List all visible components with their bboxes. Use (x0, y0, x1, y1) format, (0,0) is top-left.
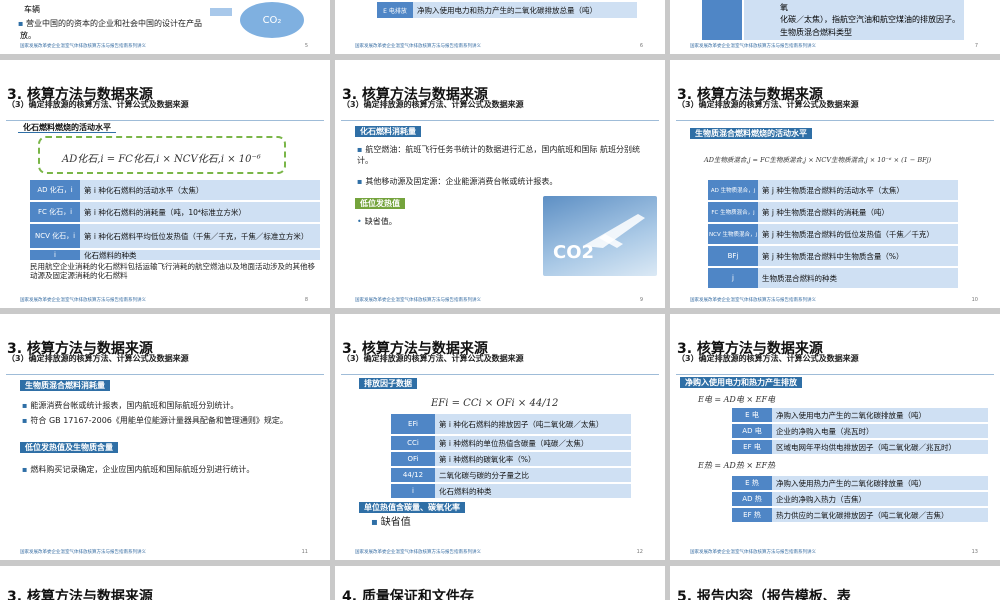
section-bar: 净购入使用电力和热力产生排放 (680, 377, 802, 388)
section-bar: 低位发热值 (355, 198, 405, 209)
footer: 国家发展改革委企业温室气体排放核算方法与报告指南系列讲义 (355, 298, 481, 303)
footer: 国家发展改革委企业温室气体排放核算方法与报告指南系列讲义 (355, 44, 481, 49)
definition-table: AD 生物质混合，j 第 j 种生物质混合燃料的活动水平（太焦） FC 生物质混合… (708, 180, 958, 290)
table-row: NCV 化石，i 第 i 种化石燃料平均低位发热值（千焦／千克，千焦／标准立方米） (30, 224, 320, 248)
co2-label: CO2 (553, 242, 595, 263)
section-bar: 化石燃料燃烧的活动水平 (18, 122, 116, 133)
formula: AD生物质混合,j = FC生物质混合,j × NCV生物质混合,j × 10⁻… (704, 156, 932, 164)
formula-heat: E热 = AD热 × EF热 (698, 461, 775, 470)
slide-subtitle: （3）确定排放源的核算方法、计算公式及数据来源 (7, 354, 189, 363)
slide-subtitle: （3）确定排放源的核算方法、计算公式及数据来源 (342, 354, 524, 363)
co2-cloud: CO₂ (240, 2, 304, 38)
footer: 国家发展改革委企业温室气体排放核算方法与报告指南系列讲义 (355, 550, 481, 555)
table-row: AD 生物质混合，j 第 j 种生物质混合燃料的活动水平（太焦） (708, 180, 958, 200)
table-row: CCi 第 i 种燃料的单位热值含碳量（吨碳／太焦） (391, 436, 631, 450)
table-row: i 化石燃料的种类 (30, 250, 320, 260)
bullet-text: ▪ 营业中国的的资本的企业和社会中国的设计在产品 (18, 19, 202, 28)
bullet-1: ▪ 缺省值 (371, 517, 411, 528)
bullet-1: ▪ 航空燃油：航班飞行任务书统计的数据进行汇总，国内航班和国际 航班分别统计。 (357, 145, 640, 165)
table-row: EFi 第 i 种化石燃料的排放因子（吨二氧化碳／太焦） (391, 414, 631, 434)
footer: 国家发展改革委企业温室气体排放核算方法与报告指南系列讲义 (20, 550, 146, 555)
page-number: 8 (304, 297, 308, 303)
line-1: 氧 (780, 3, 788, 12)
formula: AD化石,i = FC化石,i × NCV化石,i × 10⁻⁶ (62, 154, 261, 165)
table-row: AD 热企业的净购入热力（吉焦） (732, 492, 988, 506)
table-row: FC 化石，i 第 i 种化石燃料的消耗量（吨，10⁴标准立方米） (30, 202, 320, 222)
slide-subtitle: （3）确定排放源的核算方法、计算公式及数据来源 (7, 100, 189, 109)
note-text: 民用航空企业消耗的化石燃料包括运输飞行消耗的航空燃油以及地面活动涉及的其他移动源… (30, 262, 315, 280)
slide-9: 3. 核算方法与数据来源 （3）确定排放源的核算方法、计算公式及数据来源 化石燃… (335, 60, 665, 308)
footer: 国家发展改革委企业温室气体排放核算方法与报告指南系列讲义 (690, 298, 816, 303)
slide-6: E 电排放 净购入使用电力和热力产生的二氧化碳排放总量（吨） 国家发展改革委企业… (335, 0, 665, 54)
table-row: AD 电企业的净购入电量（兆瓦时） (732, 424, 988, 438)
table-row: E 电净购入使用电力产生的二氧化碳排放量（吨） (732, 408, 988, 422)
slide-title: 4. 质量保证和文件存 (342, 589, 474, 600)
slide-7: 氧 化碳／太焦），指航空汽油和航空煤油的排放因子。 生物质混合燃料类型 国家发展… (670, 0, 1000, 54)
airplane-icon (583, 214, 645, 248)
arrow-icon (210, 8, 232, 16)
page-number: 10 (971, 297, 978, 303)
page-number: 11 (301, 549, 308, 555)
section-bar: 排放因子数据 (359, 378, 417, 389)
line-2: 化碳／太焦），指航空汽油和航空煤油的排放因子。 (780, 15, 960, 24)
table-row: NCV 生物质混合，j 第 j 种生物质混合燃料的低位发热值（千焦／千克） (708, 224, 958, 244)
table-row: E 热净购入使用热力产生的二氧化碳排放量（吨） (732, 476, 988, 490)
bullet-3: ▪ 燃料购买记录确定，企业应国内航班和国际航班分别进行统计。 (22, 465, 255, 474)
definition-table: EFi 第 i 种化石燃料的排放因子（吨二氧化碳／太焦） CCi 第 i 种燃料的单… (391, 414, 631, 500)
bullet-3: • 缺省值。 (357, 217, 397, 226)
slide-11: 3. 核算方法与数据来源 （3）确定排放源的核算方法、计算公式及数据来源 生物质… (0, 314, 330, 560)
page-number: 12 (636, 549, 643, 555)
top-text: 车辆 (24, 5, 40, 14)
slide-13: 3. 核算方法与数据来源 （3）确定排放源的核算方法、计算公式及数据来源 净购入… (670, 314, 1000, 560)
table-row: EF 热热力供应的二氧化碳排放因子（吨二氧化碳／吉焦） (732, 508, 988, 522)
slide-subtitle: （3）确定排放源的核算方法、计算公式及数据来源 (677, 354, 859, 363)
slide-subtitle: （3）确定排放源的核算方法、计算公式及数据来源 (342, 100, 524, 109)
airplane-image: CO2 (543, 196, 657, 276)
definition-table: AD 化石，i 第 i 种化石燃料的活动水平（太焦） FC 化石，i 第 i 种化石… (30, 180, 320, 262)
table-row: AD 化石，i 第 i 种化石燃料的活动水平（太焦） (30, 180, 320, 200)
section-bar: 生物质混合燃料消耗量 (20, 380, 110, 391)
table-row: FC 生物质混合，j 第 j 种生物质混合燃料的消耗量（吨） (708, 202, 958, 222)
bullet-2: ▪ 符合 GB 17167-2006《用能单位能源计量器具配备和管理通则》规定。 (22, 416, 288, 425)
line-3: 生物质混合燃料类型 (780, 28, 852, 37)
row: E 电排放 净购入使用电力和热力产生的二氧化碳排放总量（吨） (377, 2, 637, 18)
footer: 国家发展改革委企业温室气体排放核算方法与报告指南系列讲义 (690, 44, 816, 49)
footer: 国家发展改革委企业温室气体排放核算方法与报告指南系列讲义 (20, 298, 146, 303)
table-row: EF 电区域电网年平均供电排放因子（吨二氧化碳／兆瓦时） (732, 440, 988, 454)
page-number: 5 (304, 43, 308, 49)
section-bar: 单位热值含碳量、碳氧化率 (359, 502, 465, 513)
formula: EFi = CCi × OFi × 44/12 (431, 398, 559, 409)
slide-5: 车辆 ▪ 营业中国的的资本的企业和社会中国的设计在产品 放。 CO₂ 国家发展改… (0, 0, 330, 54)
formula-electric: E电 = AD电 × EF电 (698, 395, 775, 404)
slide-8: 3. 核算方法与数据来源 （3）确定排放源的核算方法、计算公式及数据来源 化石燃… (0, 60, 330, 308)
slide-title: 5. 报告内容（报告模板、表 (677, 589, 851, 600)
page-number: 6 (639, 43, 643, 49)
bullet-1: ▪ 能源消费台帐或统计报表，国内航班和国际航班分别统计。 (22, 401, 239, 410)
section-bar: 化石燃料消耗量 (355, 126, 421, 137)
table-row: j 生物质混合燃料的种类 (708, 268, 958, 288)
section-bar: 生物质混合燃料燃烧的活动水平 (690, 128, 812, 139)
electric-table: E 电净购入使用电力产生的二氧化碳排放量（吨） AD 电企业的净购入电量（兆瓦时… (732, 408, 988, 456)
slide-10: 3. 核算方法与数据来源 （3）确定排放源的核算方法、计算公式及数据来源 生物质… (670, 60, 1000, 308)
table-row: BFj 第 j 种生物质混合燃料中生物质含量（%） (708, 246, 958, 266)
table-row: i 化石燃料的种类 (391, 484, 631, 498)
key-col (702, 0, 742, 40)
section-bar: 低位发热值及生物质含量 (20, 442, 118, 453)
page-number: 7 (974, 43, 978, 49)
bullet-2: ▪ 其他移动源及固定源：企业能源消费台帐或统计报表。 (357, 177, 558, 186)
slide-16: 5. 报告内容（报告模板、表 (670, 566, 1000, 600)
slide-14: 3. 核算方法与数据来源 (0, 566, 330, 600)
table-row: OFi 第 i 种燃料的碳氧化率（%） (391, 452, 631, 466)
tail-text: 放。 (20, 31, 36, 40)
page-number: 13 (971, 549, 978, 555)
footer: 国家发展改革委企业温室气体排放核算方法与报告指南系列讲义 (690, 550, 816, 555)
slide-12: 3. 核算方法与数据来源 （3）确定排放源的核算方法、计算公式及数据来源 排放因… (335, 314, 665, 560)
page-number: 9 (639, 297, 643, 303)
table-row: 44/12 二氧化碳与碳的分子量之比 (391, 468, 631, 482)
slide-15: 4. 质量保证和文件存 (335, 566, 665, 600)
heat-table: E 热净购入使用热力产生的二氧化碳排放量（吨） AD 热企业的净购入热力（吉焦）… (732, 476, 988, 524)
slide-subtitle: （3）确定排放源的核算方法、计算公式及数据来源 (677, 100, 859, 109)
footer: 国家发展改革委企业温室气体排放核算方法与报告指南系列讲义 (20, 44, 146, 49)
slide-title: 3. 核算方法与数据来源 (7, 589, 153, 600)
